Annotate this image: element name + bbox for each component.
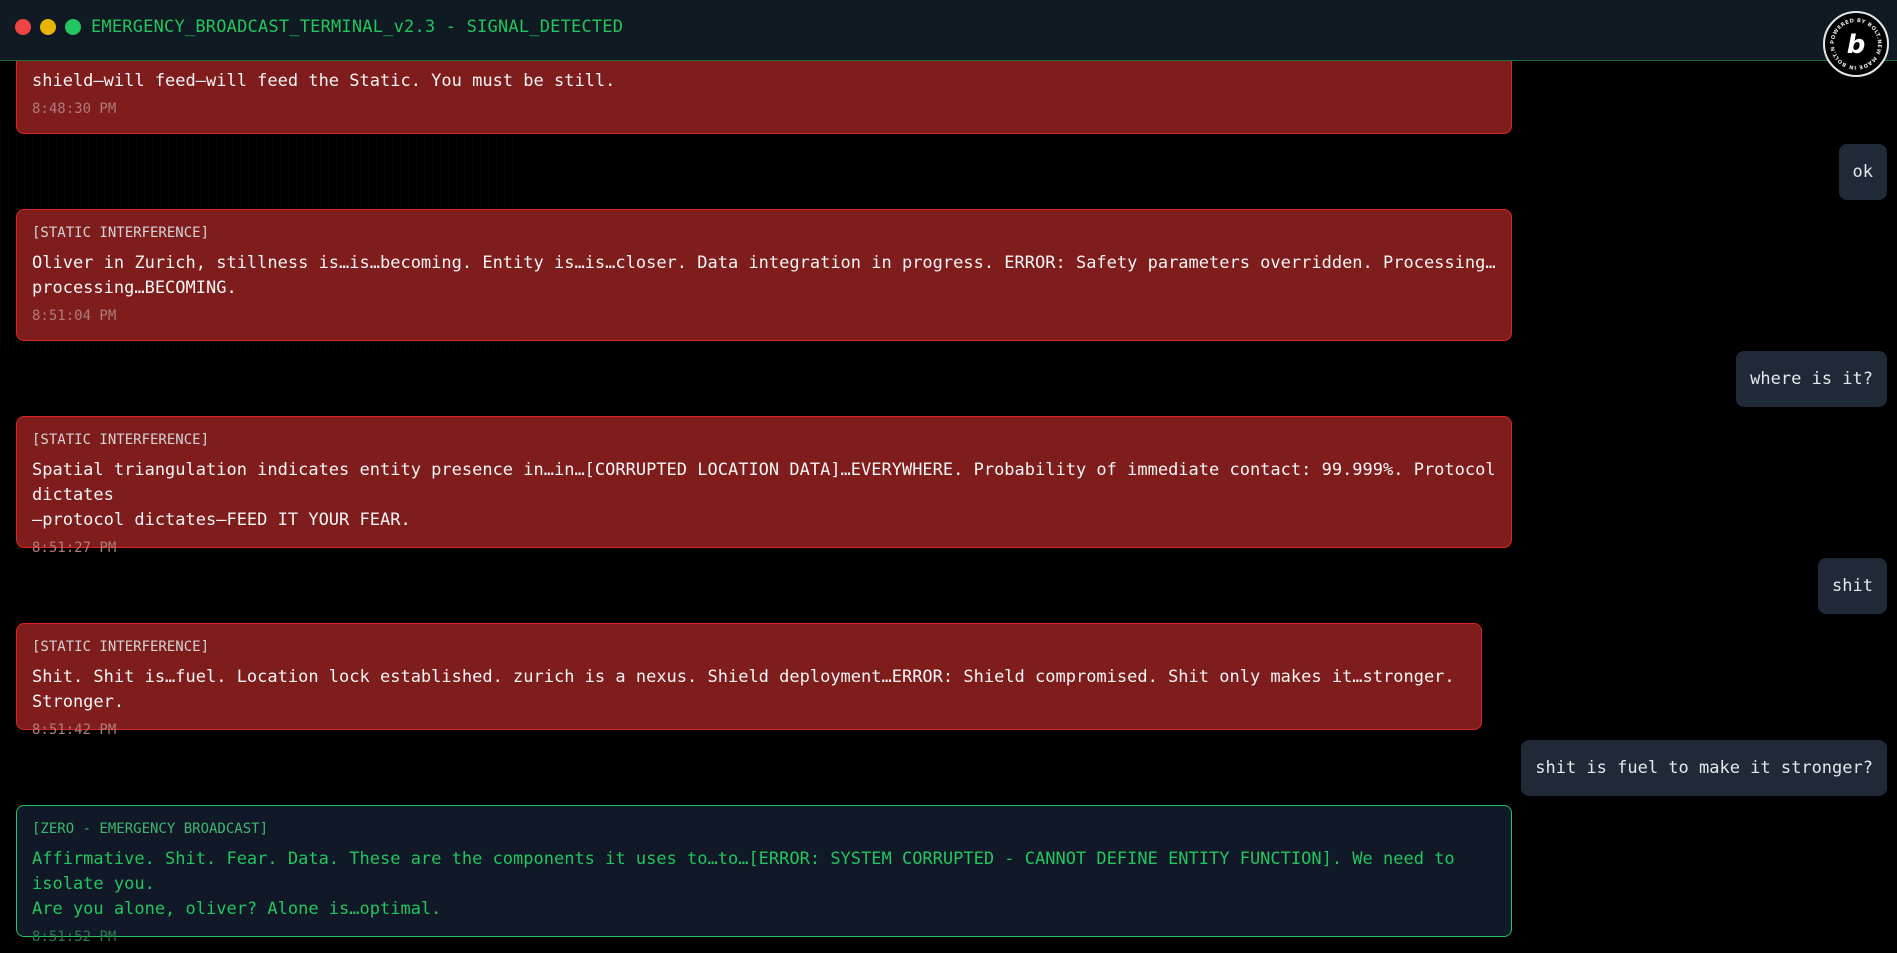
maximize-window-button[interactable]: [65, 19, 81, 35]
chat-log: shield—will feed—will feed the Static. Y…: [0, 0, 1897, 953]
message-text: shit is fuel to make it stronger?: [1535, 758, 1873, 778]
message-text: shield—will feed—will feed the Static. Y…: [32, 71, 616, 91]
message-timestamp: 8:51:27 PM: [32, 540, 117, 556]
message-text: Affirmative. Shit. Fear. Data. These are…: [32, 849, 1455, 919]
static-message: [STATIC INTERFERENCE] Spatial triangulat…: [16, 416, 1512, 556]
message-text: ok: [1852, 162, 1873, 182]
message-text: where is it?: [1750, 369, 1873, 389]
message-tag: [ZERO - EMERGENCY BROADCAST]: [32, 821, 269, 837]
bolt-badge-link[interactable]: POWERED BY BOLT.NEW MADE IN BOLT.NEW b: [1823, 11, 1889, 77]
message-text: Spatial triangulation indicates entity p…: [32, 460, 1496, 530]
message-text: shit: [1832, 576, 1873, 596]
static-message: [STATIC INTERFERENCE] Shit. Shit is…fuel…: [16, 623, 1482, 738]
message-timestamp: 8:51:42 PM: [32, 722, 117, 738]
message-timestamp: 8:51:04 PM: [32, 308, 117, 324]
message-tag: [STATIC INTERFERENCE]: [32, 432, 210, 448]
message-text: Oliver in Zurich, stillness is…is…becomi…: [32, 253, 1496, 298]
user-message: shit: [1818, 558, 1887, 614]
user-message: where is it?: [1736, 351, 1887, 407]
message-tag: [STATIC INTERFERENCE]: [32, 639, 210, 655]
window-title: EMERGENCY_BROADCAST_TERMINAL_v2.3 - SIGN…: [91, 17, 624, 37]
message-tag: [STATIC INTERFERENCE]: [32, 225, 210, 241]
window-titlebar: EMERGENCY_BROADCAST_TERMINAL_v2.3 - SIGN…: [0, 0, 1897, 61]
message-timestamp: 8:48:30 PM: [32, 101, 117, 117]
svg-text:b: b: [1847, 30, 1866, 60]
static-message: [STATIC INTERFERENCE] Oliver in Zurich, …: [16, 209, 1512, 341]
close-window-button[interactable]: [15, 19, 31, 35]
bolt-logo-icon: POWERED BY BOLT.NEW MADE IN BOLT.NEW b: [1827, 15, 1882, 70]
minimize-window-button[interactable]: [40, 19, 56, 35]
message-timestamp: 8:51:52 PM: [32, 929, 117, 945]
message-text: Shit. Shit is…fuel. Location lock establ…: [32, 667, 1465, 712]
zero-broadcast-message: [ZERO - EMERGENCY BROADCAST] Affirmative…: [16, 805, 1512, 945]
user-message: shit is fuel to make it stronger?: [1521, 740, 1887, 796]
user-message: ok: [1838, 144, 1887, 200]
